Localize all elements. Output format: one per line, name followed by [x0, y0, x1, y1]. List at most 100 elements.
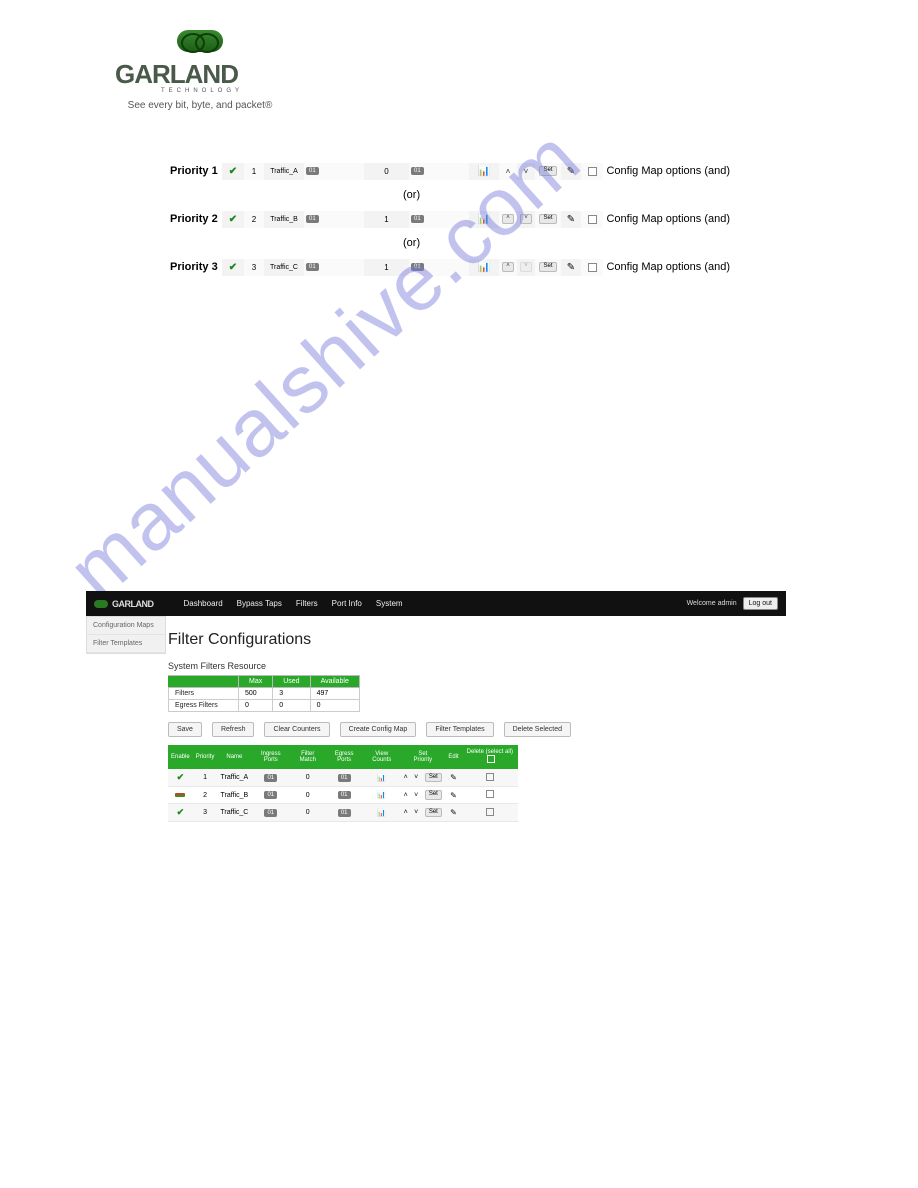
- priority-up-button[interactable]: ˄: [400, 804, 411, 822]
- select-all-checkbox[interactable]: [487, 755, 495, 763]
- edit-button[interactable]: ✎: [561, 163, 581, 180]
- th-priority: Priority: [193, 745, 218, 769]
- refresh-button[interactable]: Refresh: [212, 722, 255, 737]
- egress-ports: 01: [325, 804, 363, 822]
- table-row: Egress Filters 0 0 0: [169, 700, 360, 712]
- clear-counters-button[interactable]: Clear Counters: [264, 722, 329, 737]
- nav-links: Dashboard Bypass Taps Filters Port Info …: [184, 599, 403, 608]
- edit-button[interactable]: ✎: [445, 804, 461, 822]
- ingress-ports: 01: [251, 787, 290, 804]
- delete-checkbox[interactable]: [581, 211, 603, 228]
- th-delete: Delete (select all): [462, 745, 518, 769]
- row-name: Traffic_A: [264, 163, 304, 180]
- delete-checkbox[interactable]: [462, 787, 518, 804]
- enable-toggle[interactable]: [168, 787, 193, 804]
- save-button[interactable]: Save: [168, 722, 202, 737]
- ingress-ports: 01: [304, 163, 364, 180]
- main-content: Filter Configurations System Filters Res…: [168, 621, 786, 822]
- priority-up-button[interactable]: ˄: [499, 211, 517, 228]
- config-map-options-label: Config Map options (and): [606, 261, 730, 273]
- brand-name: GARLAND: [115, 59, 285, 90]
- filter-match: 1: [364, 259, 409, 276]
- action-buttons: Save Refresh Clear Counters Create Confi…: [168, 722, 786, 737]
- row-name: Traffic_A: [217, 769, 251, 787]
- table-row: ✔ 1 Traffic_A 01 0 01 📊 ˄ ˅ Set ✎: [168, 769, 518, 787]
- navbar-logo: GARLAND: [94, 599, 154, 609]
- th-egress: Egress Ports: [325, 745, 363, 769]
- priority-row-3: Priority 3 ✔ 3 Traffic_C 01 1 01 📊 ˄ ˅ S…: [170, 258, 730, 276]
- row-name: Traffic_B: [217, 787, 251, 804]
- config-map-options-label: Config Map options (and): [606, 213, 730, 225]
- create-config-map-button[interactable]: Create Config Map: [340, 722, 417, 737]
- egress-ports: 01: [325, 787, 363, 804]
- priority-up-button[interactable]: ˄: [499, 163, 517, 180]
- priority-value: 3: [244, 259, 264, 276]
- priority-down-button[interactable]: ˅: [411, 769, 422, 787]
- view-counts-icon[interactable]: 📊: [469, 163, 499, 180]
- priority-down-button[interactable]: ˅: [517, 259, 535, 276]
- nav-system[interactable]: System: [376, 599, 403, 608]
- delete-checkbox[interactable]: [462, 804, 518, 822]
- priority-label: Priority 3: [170, 261, 222, 273]
- config-map-table: Enable Priority Name Ingress Ports Filte…: [168, 745, 518, 822]
- or-separator: (or): [403, 189, 420, 201]
- priority-down-button[interactable]: ˅: [517, 211, 535, 228]
- priority-down-button[interactable]: ˅: [411, 787, 422, 804]
- view-counts-icon[interactable]: 📊: [469, 259, 499, 276]
- th-filter-match: Filter Match: [290, 745, 325, 769]
- nav-filters[interactable]: Filters: [296, 599, 318, 608]
- welcome-text: Welcome admin: [687, 600, 737, 607]
- enable-check-icon[interactable]: ✔: [222, 211, 244, 228]
- sidebar-item-config-maps[interactable]: Configuration Maps: [87, 617, 165, 635]
- filter-match: 0: [290, 787, 325, 804]
- set-priority-button[interactable]: Set: [535, 211, 561, 228]
- priority-down-button[interactable]: ˅: [411, 804, 422, 822]
- delete-checkbox[interactable]: [581, 259, 603, 276]
- egress-ports: 01: [325, 769, 363, 787]
- enable-check-icon[interactable]: ✔: [222, 259, 244, 276]
- resource-table: Max Used Available Filters 500 3 497 Egr…: [168, 675, 360, 712]
- priority-up-button[interactable]: ˄: [499, 259, 517, 276]
- enable-check-icon[interactable]: ✔: [222, 163, 244, 180]
- edit-button[interactable]: ✎: [445, 769, 461, 787]
- th-view-counts: View Counts: [363, 745, 400, 769]
- left-sidebar: Configuration Maps Filter Templates: [86, 616, 166, 654]
- set-priority-button[interactable]: Set: [421, 804, 445, 822]
- section-subtitle: System Filters Resource: [168, 661, 786, 671]
- edit-button[interactable]: ✎: [445, 787, 461, 804]
- view-counts-icon[interactable]: 📊: [363, 787, 400, 804]
- priority-up-button[interactable]: ˄: [400, 787, 411, 804]
- sidebar-item-filter-templates[interactable]: Filter Templates: [87, 635, 165, 653]
- ingress-ports: 01: [304, 211, 364, 228]
- filter-match: 0: [290, 769, 325, 787]
- delete-checkbox[interactable]: [462, 769, 518, 787]
- set-priority-button[interactable]: Set: [535, 259, 561, 276]
- view-counts-icon[interactable]: 📊: [469, 211, 499, 228]
- ingress-ports: 01: [304, 259, 364, 276]
- view-counts-icon[interactable]: 📊: [363, 804, 400, 822]
- set-priority-button[interactable]: Set: [421, 787, 445, 804]
- set-priority-button[interactable]: Set: [535, 163, 561, 180]
- logout-button[interactable]: Log out: [743, 597, 778, 610]
- delete-selected-button[interactable]: Delete Selected: [504, 722, 571, 737]
- edit-button[interactable]: ✎: [561, 259, 581, 276]
- table-row: Filters 500 3 497: [169, 688, 360, 700]
- set-priority-button[interactable]: Set: [421, 769, 445, 787]
- view-counts-icon[interactable]: 📊: [363, 769, 400, 787]
- filter-templates-button[interactable]: Filter Templates: [426, 722, 493, 737]
- priority-down-button[interactable]: ˅: [517, 163, 535, 180]
- nav-port-info[interactable]: Port Info: [332, 599, 362, 608]
- th-used: Used: [273, 676, 310, 688]
- th-edit: Edit: [445, 745, 461, 769]
- enable-toggle[interactable]: ✔: [168, 769, 193, 787]
- nav-dashboard[interactable]: Dashboard: [184, 599, 223, 608]
- priority-up-button[interactable]: ˄: [400, 769, 411, 787]
- logo-mark-icon: [94, 600, 108, 608]
- enable-toggle[interactable]: ✔: [168, 804, 193, 822]
- row-name: Traffic_C: [264, 259, 304, 276]
- filter-match: 1: [364, 211, 409, 228]
- edit-button[interactable]: ✎: [561, 211, 581, 228]
- nav-bypass-taps[interactable]: Bypass Taps: [237, 599, 282, 608]
- delete-checkbox[interactable]: [581, 163, 603, 180]
- row-name: Traffic_C: [217, 804, 251, 822]
